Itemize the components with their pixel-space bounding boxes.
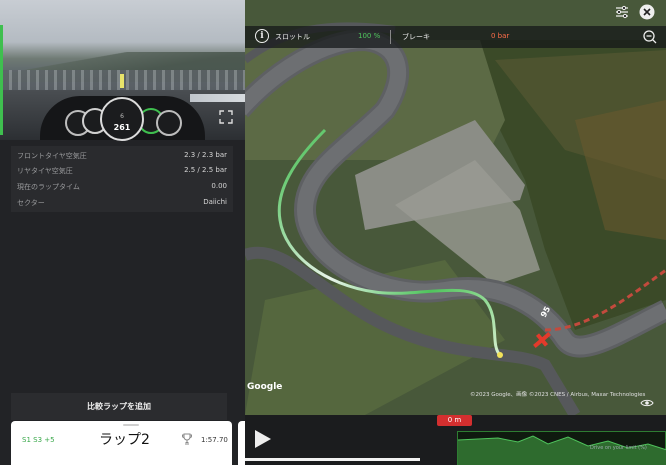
left-panel: 6 261 フロントタイヤ空気圧 2.3 / 2.3 bar リヤタイヤ空気圧 … (0, 0, 245, 465)
info-row: 現在のラップタイム 0.00 (17, 182, 227, 191)
playback-scrubber[interactable] (245, 458, 420, 461)
telemetry-bar: i スロットル 100 % ブレーキ 0 bar (245, 26, 666, 48)
close-icon[interactable] (639, 4, 655, 20)
playback-bar: 0 m Drive on your limit (%) (245, 415, 666, 465)
play-icon[interactable] (255, 430, 271, 448)
gear-indicator: 6 (120, 113, 124, 120)
lap-card[interactable]: S1 S3 +5 ラップ2 1:57.70 (11, 421, 232, 465)
brake-value: 0 bar (491, 32, 510, 40)
lap-name: ラップ2 (99, 432, 150, 448)
map-credits: ©2023 Google、画像 ©2023 CNES / Airbus, Max… (470, 392, 646, 398)
gauge-right-outer (156, 110, 182, 136)
zoom-out-icon[interactable] (642, 29, 658, 45)
info-icon[interactable]: i (255, 29, 269, 43)
lap-info-panel: フロントタイヤ空気圧 2.3 / 2.3 bar リヤタイヤ空気圧 2.5 / … (11, 146, 233, 212)
info-row: セクター Daiichi (17, 198, 227, 207)
drive-limit-label: Drive on your limit (%) (590, 445, 647, 451)
google-logo: Google (247, 382, 283, 392)
brake-label: ブレーキ (402, 33, 430, 41)
trophy-icon (182, 433, 192, 445)
lap-card-next[interactable] (238, 421, 245, 465)
distance-badge: 0 m (437, 415, 472, 426)
throttle-label: スロットル (275, 33, 310, 41)
speed-value: 261 (113, 123, 131, 132)
speed-gauge: 6 261 (100, 97, 144, 141)
center-marker (120, 74, 124, 88)
divider (390, 30, 391, 44)
app-root: 6 261 フロントタイヤ空気圧 2.3 / 2.3 bar リヤタイヤ空気圧 … (0, 0, 666, 465)
filter-settings-icon[interactable] (614, 4, 630, 20)
add-comparison-lap-button[interactable]: 比較ラップを追加 (11, 393, 227, 420)
expand-icon[interactable] (219, 110, 233, 124)
throttle-value: 100 % (358, 32, 381, 40)
eye-icon[interactable] (640, 398, 654, 408)
drag-handle[interactable] (123, 424, 139, 426)
info-row: フロントタイヤ空気圧 2.3 / 2.3 bar (17, 151, 227, 160)
info-row: リヤタイヤ空気圧 2.5 / 2.5 bar (17, 166, 227, 175)
sector-summary: S1 S3 +5 (22, 436, 55, 444)
throttle-indicator-bar (0, 25, 3, 135)
lap-time: 1:57.70 (201, 436, 228, 444)
